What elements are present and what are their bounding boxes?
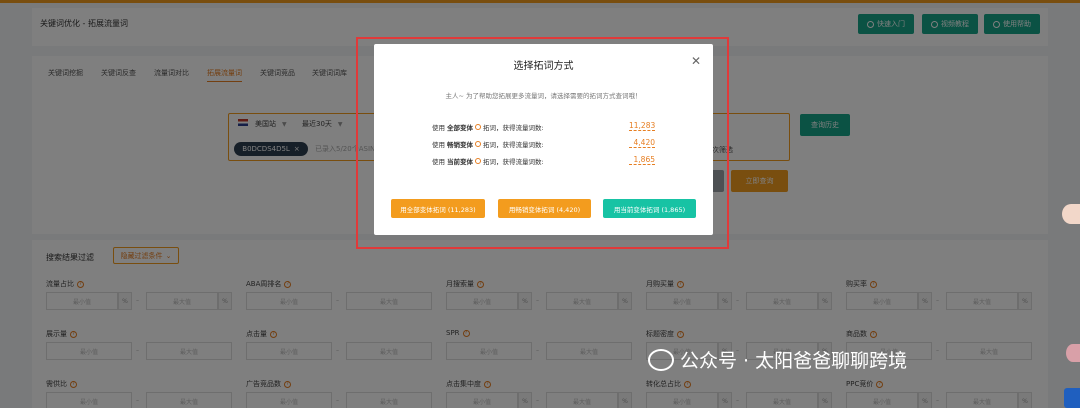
value-all-variants: 11,283 <box>629 121 656 131</box>
expand-current-variants-button[interactable]: 用当前变体拓词 (1,865) <box>603 199 696 218</box>
expand-bestseller-variants-button[interactable]: 用畅销变体拓词 (4,420) <box>498 199 591 218</box>
option-row-current: 使用 当前变体 拓词，获得流量词数: <box>432 158 544 166</box>
wechat-icon <box>648 348 674 371</box>
value-bestseller-variants: 4,420 <box>629 138 655 148</box>
side-float-badge[interactable] <box>1066 344 1080 362</box>
close-icon[interactable]: ✕ <box>691 54 701 68</box>
assistant-avatar[interactable] <box>1062 204 1080 224</box>
expand-method-modal: 选择拓词方式 ✕ 主人~ 为了帮助您拓展更多流量词，请选择需要的拓词方式查词哦！… <box>374 44 713 235</box>
option-row-bestseller: 使用 畅销变体 拓词，获得流量词数: <box>432 141 544 149</box>
side-float-button[interactable] <box>1064 388 1080 408</box>
question-icon <box>475 124 481 130</box>
option-row-all: 使用 全部变体 拓词，获得流量词数: <box>432 124 544 132</box>
question-icon <box>475 141 481 147</box>
modal-description: 主人~ 为了帮助您拓展更多流量词，请选择需要的拓词方式查词哦！ <box>445 92 642 100</box>
watermark: 公众号 · 太阳爸爸聊聊跨境 <box>648 346 907 373</box>
value-current-variants: 1,865 <box>629 155 655 165</box>
expand-all-variants-button[interactable]: 用全部变体拓词 (11,283) <box>391 199 485 218</box>
modal-title: 选择拓词方式 <box>513 61 574 72</box>
question-icon <box>475 158 481 164</box>
